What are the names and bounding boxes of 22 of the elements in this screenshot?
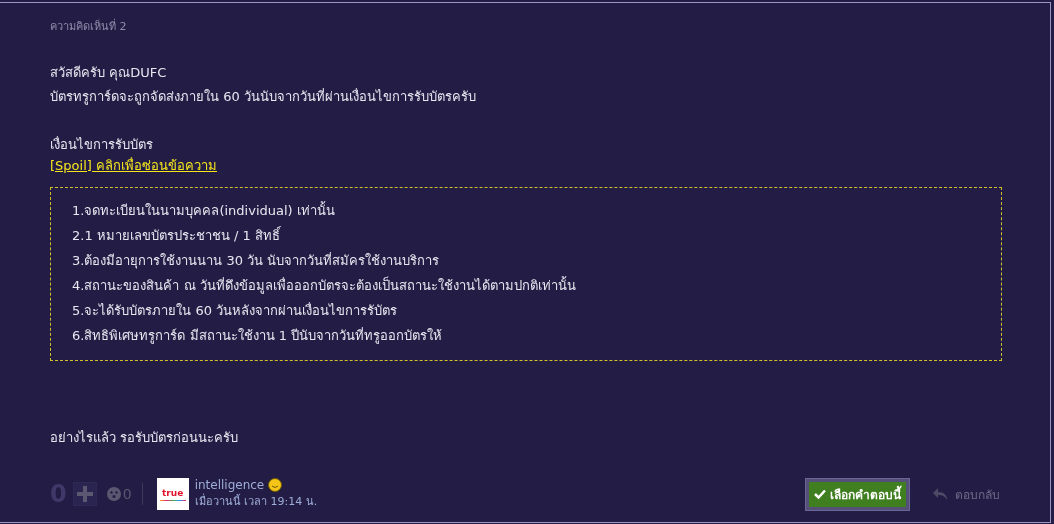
spoiler-text: 1.จดทะเบียนในนามบุคคล(individual) เท่านั้น xyxy=(72,200,336,221)
reply-arrow-icon xyxy=(933,488,947,500)
avatar-logo-text: true xyxy=(162,487,184,498)
emotion-icon[interactable] xyxy=(106,487,121,501)
smiley-icon xyxy=(268,478,283,492)
spoiler-text: 6.สิทธิพิเศษทรูการ์ด มีสถานะใช้งาน 1 ปีนับจากวันที่ทรูออกบัตรให้ xyxy=(72,326,444,346)
body-text: เงื่อนไขการรับบัตร xyxy=(50,135,154,154)
select-answer-button[interactable]: เลือกคำตอบนี้ xyxy=(806,478,909,510)
author-link[interactable]: intelligence xyxy=(194,478,265,492)
body-text: สวัสดีครับ คุณDUFC xyxy=(50,64,168,83)
spoiler-text: 5.จะได้รับบัตรภายใน 60 วันหลังจากผ่านเงื่อนไขการรับัตร xyxy=(72,301,399,320)
spoiler-text: 3.ต้องมีอายุการใช้งานนาน 30 วัน นับจากวันที่สมัครใช้งานบริการ xyxy=(72,251,441,271)
post-time: เมื่อวานนี้ เวลา 19:14 น. xyxy=(194,492,318,510)
spoiler-text: 2.1 หมายเลขบัตรประชาชน / 1 สิทธิ์ xyxy=(72,225,282,245)
emotion-count: 0 xyxy=(122,486,132,502)
comment-number: ความคิดเห็นที่ 2 xyxy=(50,17,128,35)
spoiler-text: 4.สถานะของสินค้า ณ วันที่ดึงข้อมูลเพื่อออกบัตรจะต้องเป็นสถานะใช้งานได้ตามปกติเท่านั้น xyxy=(72,275,577,296)
spoiler-link[interactable]: [Spoil] คลิกเพื่อซ่อนข้อความ xyxy=(50,157,217,175)
plus-button[interactable] xyxy=(72,482,97,506)
body-text: อย่างไรแล้ว รอรับบัตรก่อนนะครับ xyxy=(50,429,240,447)
body-text: บัตรทรูการ์ดจะถูกจัดส่งภายใน 60 วันนับจากวันที่ผ่านเงื่อนไขการรับบัตรครับ xyxy=(50,87,477,107)
check-icon xyxy=(814,489,826,499)
